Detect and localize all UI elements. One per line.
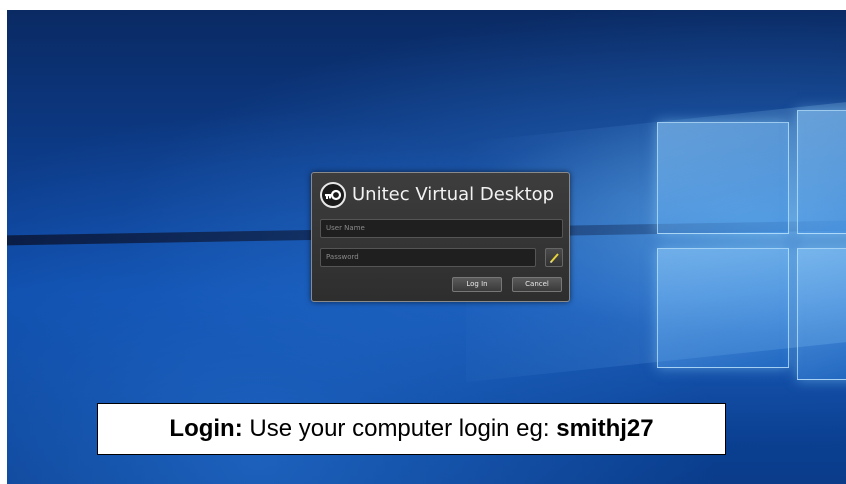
login-dialog: Unitec Virtual Desktop Log In Cancel <box>311 172 570 302</box>
caption-example: smithj27 <box>556 415 654 442</box>
windows-logo-pane <box>797 110 846 234</box>
pencil-icon <box>549 253 559 263</box>
password-field[interactable] <box>320 248 536 267</box>
pencil-button[interactable] <box>545 248 563 267</box>
key-logo-icon <box>320 182 346 208</box>
username-field[interactable] <box>320 219 563 238</box>
dialog-title: Unitec Virtual Desktop <box>352 184 555 205</box>
cancel-button[interactable]: Cancel <box>512 277 562 292</box>
login-instruction-caption: Login: Use your computer login eg: smith… <box>97 403 726 455</box>
caption-text: Use your computer login eg: <box>242 415 557 442</box>
windows-logo-pane <box>657 248 789 368</box>
log-in-button[interactable]: Log In <box>452 277 502 292</box>
windows-logo-pane <box>797 248 846 380</box>
windows-logo-pane <box>657 122 789 234</box>
caption-label: Login: <box>169 415 243 442</box>
